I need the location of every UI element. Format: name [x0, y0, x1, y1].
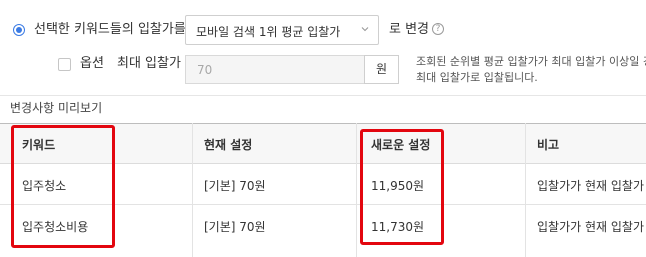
- table-top-border: [0, 123, 646, 124]
- column-divider: [356, 123, 357, 257]
- max-bid-label: 최대 입찰가: [117, 56, 181, 71]
- row2-current: [기본] 70원: [204, 220, 266, 234]
- section-divider: [0, 95, 646, 96]
- bid-basis-select-value: 모바일 검색 1위 평균 입찰가: [196, 25, 341, 39]
- column-header-note: 비고: [537, 138, 560, 152]
- row2-note: 입찰가가 현재 입찰가: [537, 220, 644, 234]
- column-divider: [192, 123, 193, 257]
- bid-change-radio[interactable]: [13, 24, 25, 36]
- column-header-current: 현재 설정: [204, 138, 253, 152]
- bid-basis-select[interactable]: 모바일 검색 1위 평균 입찰가: [185, 15, 379, 45]
- max-bid-note-line2: 최대 입찰가로 입찰됩니다.: [416, 71, 538, 84]
- row1-note: 입찰가가 현재 입찰가: [537, 179, 644, 193]
- column-divider: [525, 123, 526, 257]
- max-bid-value: 70: [197, 63, 213, 77]
- option-label: 옵션: [80, 56, 104, 71]
- max-bid-note-line1: 조회된 순위별 평균 입찰가가 최대 입찰가 이상일 경우: [416, 55, 646, 68]
- preview-title: 변경사항 미리보기: [10, 101, 103, 115]
- max-bid-input[interactable]: 70: [185, 55, 365, 84]
- new-setting-column-highlight: [360, 129, 444, 245]
- max-bid-unit: 원: [364, 55, 399, 84]
- change-suffix-label: 로 변경: [389, 22, 430, 37]
- chevron-down-icon: [361, 27, 369, 32]
- bid-change-label: 선택한 키워드들의 입찰가를: [34, 22, 186, 37]
- option-checkbox[interactable]: [58, 58, 71, 71]
- keyword-column-highlight: [11, 125, 115, 248]
- row1-current: [기본] 70원: [204, 179, 266, 193]
- help-icon[interactable]: ?: [432, 23, 444, 35]
